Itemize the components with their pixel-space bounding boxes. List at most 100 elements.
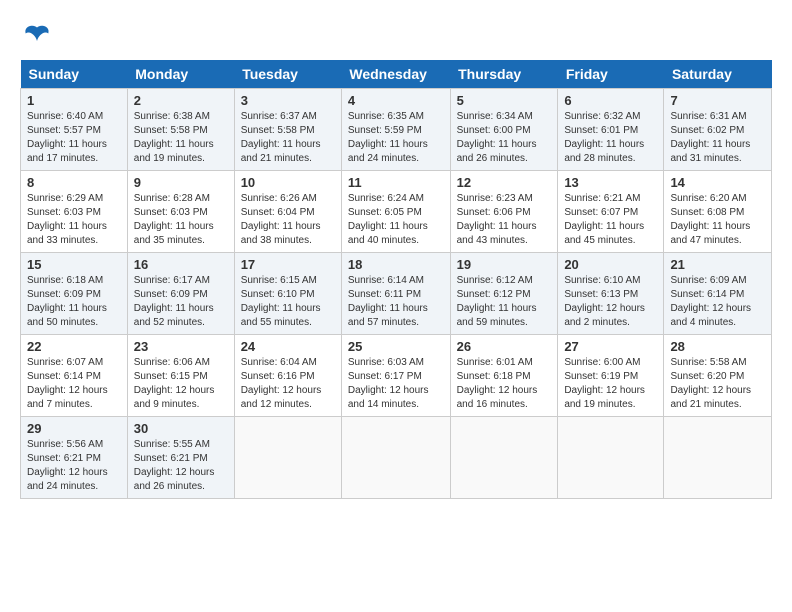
day-number: 17 bbox=[241, 257, 335, 272]
day-info: Sunrise: 6:04 AM Sunset: 6:16 PM Dayligh… bbox=[241, 356, 335, 412]
day-info: Sunrise: 6:03 AM Sunset: 6:17 PM Dayligh… bbox=[348, 356, 444, 412]
day-info: Sunrise: 6:07 AM Sunset: 6:14 PM Dayligh… bbox=[27, 356, 121, 412]
day-number: 19 bbox=[457, 257, 552, 272]
calendar-cell: 24 Sunrise: 6:04 AM Sunset: 6:16 PM Dayli… bbox=[234, 335, 341, 417]
calendar-cell: 2 Sunrise: 6:38 AM Sunset: 5:58 PM Daylig… bbox=[127, 89, 234, 171]
day-number: 14 bbox=[670, 175, 765, 190]
day-info: Sunrise: 6:32 AM Sunset: 6:01 PM Dayligh… bbox=[564, 110, 657, 166]
calendar-cell bbox=[558, 417, 664, 499]
day-number: 7 bbox=[670, 93, 765, 108]
calendar-cell: 5 Sunrise: 6:34 AM Sunset: 6:00 PM Daylig… bbox=[450, 89, 558, 171]
day-number: 28 bbox=[670, 339, 765, 354]
day-number: 29 bbox=[27, 421, 121, 436]
calendar-cell: 27 Sunrise: 6:00 AM Sunset: 6:19 PM Dayli… bbox=[558, 335, 664, 417]
day-info: Sunrise: 6:37 AM Sunset: 5:58 PM Dayligh… bbox=[241, 110, 335, 166]
calendar-cell: 14 Sunrise: 6:20 AM Sunset: 6:08 PM Dayli… bbox=[664, 171, 772, 253]
calendar-week-1: 1Sunrise: 6:40 AM Sunset: 5:57 PM Daylig… bbox=[21, 89, 772, 171]
day-number: 18 bbox=[348, 257, 444, 272]
day-number: 21 bbox=[670, 257, 765, 272]
calendar-cell: 17 Sunrise: 6:15 AM Sunset: 6:10 PM Dayli… bbox=[234, 253, 341, 335]
calendar-cell: 30Sunrise: 5:55 AM Sunset: 6:21 PM Dayli… bbox=[127, 417, 234, 499]
day-header-monday: Monday bbox=[127, 60, 234, 89]
day-info: Sunrise: 6:10 AM Sunset: 6:13 PM Dayligh… bbox=[564, 274, 657, 330]
day-info: Sunrise: 6:29 AM Sunset: 6:03 PM Dayligh… bbox=[27, 192, 121, 248]
calendar-cell: 8 Sunrise: 6:29 AM Sunset: 6:03 PM Daylig… bbox=[21, 171, 128, 253]
calendar-cell: 26 Sunrise: 6:01 AM Sunset: 6:18 PM Dayli… bbox=[450, 335, 558, 417]
calendar-cell bbox=[234, 417, 341, 499]
day-info: Sunrise: 6:20 AM Sunset: 6:08 PM Dayligh… bbox=[670, 192, 765, 248]
day-number: 15 bbox=[27, 257, 121, 272]
day-info: Sunrise: 6:18 AM Sunset: 6:09 PM Dayligh… bbox=[27, 274, 121, 330]
day-number: 6 bbox=[564, 93, 657, 108]
calendar-cell: 6 Sunrise: 6:32 AM Sunset: 6:01 PM Daylig… bbox=[558, 89, 664, 171]
day-info: Sunrise: 6:17 AM Sunset: 6:09 PM Dayligh… bbox=[134, 274, 228, 330]
calendar-week-3: 15 Sunrise: 6:18 AM Sunset: 6:09 PM Dayli… bbox=[21, 253, 772, 335]
day-info: Sunrise: 6:38 AM Sunset: 5:58 PM Dayligh… bbox=[134, 110, 228, 166]
day-header-wednesday: Wednesday bbox=[341, 60, 450, 89]
calendar-cell: 4Sunrise: 6:35 AM Sunset: 5:59 PM Daylig… bbox=[341, 89, 450, 171]
calendar-cell: 10Sunrise: 6:26 AM Sunset: 6:04 PM Dayli… bbox=[234, 171, 341, 253]
day-number: 12 bbox=[457, 175, 552, 190]
day-info: Sunrise: 6:35 AM Sunset: 5:59 PM Dayligh… bbox=[348, 110, 444, 166]
day-number: 10 bbox=[241, 175, 335, 190]
calendar-cell: 13 Sunrise: 6:21 AM Sunset: 6:07 PM Dayli… bbox=[558, 171, 664, 253]
day-info: Sunrise: 5:56 AM Sunset: 6:21 PM Dayligh… bbox=[27, 438, 121, 494]
calendar-cell: 15 Sunrise: 6:18 AM Sunset: 6:09 PM Dayli… bbox=[21, 253, 128, 335]
day-number: 23 bbox=[134, 339, 228, 354]
calendar-cell: 3Sunrise: 6:37 AM Sunset: 5:58 PM Daylig… bbox=[234, 89, 341, 171]
day-info: Sunrise: 6:28 AM Sunset: 6:03 PM Dayligh… bbox=[134, 192, 228, 248]
day-info: Sunrise: 6:40 AM Sunset: 5:57 PM Dayligh… bbox=[27, 110, 121, 166]
day-info: Sunrise: 6:24 AM Sunset: 6:05 PM Dayligh… bbox=[348, 192, 444, 248]
day-header-sunday: Sunday bbox=[21, 60, 128, 89]
calendar-cell bbox=[664, 417, 772, 499]
calendar-cell: 28 Sunrise: 5:58 AM Sunset: 6:20 PM Dayli… bbox=[664, 335, 772, 417]
day-number: 24 bbox=[241, 339, 335, 354]
calendar-cell: 7 Sunrise: 6:31 AM Sunset: 6:02 PM Daylig… bbox=[664, 89, 772, 171]
day-info: Sunrise: 6:00 AM Sunset: 6:19 PM Dayligh… bbox=[564, 356, 657, 412]
day-number: 20 bbox=[564, 257, 657, 272]
calendar-table: SundayMondayTuesdayWednesdayThursdayFrid… bbox=[20, 60, 772, 499]
calendar-cell: 12 Sunrise: 6:23 AM Sunset: 6:06 PM Dayli… bbox=[450, 171, 558, 253]
day-number: 27 bbox=[564, 339, 657, 354]
day-number: 5 bbox=[457, 93, 552, 108]
day-header-friday: Friday bbox=[558, 60, 664, 89]
calendar-cell: 19 Sunrise: 6:12 AM Sunset: 6:12 PM Dayli… bbox=[450, 253, 558, 335]
day-info: Sunrise: 6:09 AM Sunset: 6:14 PM Dayligh… bbox=[670, 274, 765, 330]
page-header bbox=[20, 20, 772, 50]
day-info: Sunrise: 6:06 AM Sunset: 6:15 PM Dayligh… bbox=[134, 356, 228, 412]
calendar-cell: 20 Sunrise: 6:10 AM Sunset: 6:13 PM Dayli… bbox=[558, 253, 664, 335]
day-info: Sunrise: 6:12 AM Sunset: 6:12 PM Dayligh… bbox=[457, 274, 552, 330]
day-info: Sunrise: 6:34 AM Sunset: 6:00 PM Dayligh… bbox=[457, 110, 552, 166]
calendar-cell: 25 Sunrise: 6:03 AM Sunset: 6:17 PM Dayli… bbox=[341, 335, 450, 417]
calendar-cell: 21 Sunrise: 6:09 AM Sunset: 6:14 PM Dayli… bbox=[664, 253, 772, 335]
logo-bird-icon bbox=[22, 20, 52, 50]
day-number: 26 bbox=[457, 339, 552, 354]
day-info: Sunrise: 5:58 AM Sunset: 6:20 PM Dayligh… bbox=[670, 356, 765, 412]
day-number: 16 bbox=[134, 257, 228, 272]
day-number: 8 bbox=[27, 175, 121, 190]
calendar-cell: 16 Sunrise: 6:17 AM Sunset: 6:09 PM Dayli… bbox=[127, 253, 234, 335]
day-number: 2 bbox=[134, 93, 228, 108]
calendar-cell: 1Sunrise: 6:40 AM Sunset: 5:57 PM Daylig… bbox=[21, 89, 128, 171]
calendar-week-5: 29 Sunrise: 5:56 AM Sunset: 6:21 PM Dayli… bbox=[21, 417, 772, 499]
day-number: 25 bbox=[348, 339, 444, 354]
day-info: Sunrise: 6:14 AM Sunset: 6:11 PM Dayligh… bbox=[348, 274, 444, 330]
day-info: Sunrise: 6:21 AM Sunset: 6:07 PM Dayligh… bbox=[564, 192, 657, 248]
day-header-thursday: Thursday bbox=[450, 60, 558, 89]
calendar-cell bbox=[341, 417, 450, 499]
calendar-header-row: SundayMondayTuesdayWednesdayThursdayFrid… bbox=[21, 60, 772, 89]
day-info: Sunrise: 6:23 AM Sunset: 6:06 PM Dayligh… bbox=[457, 192, 552, 248]
day-number: 13 bbox=[564, 175, 657, 190]
calendar-cell: 29 Sunrise: 5:56 AM Sunset: 6:21 PM Dayli… bbox=[21, 417, 128, 499]
day-info: Sunrise: 6:01 AM Sunset: 6:18 PM Dayligh… bbox=[457, 356, 552, 412]
day-number: 11 bbox=[348, 175, 444, 190]
calendar-cell: 23 Sunrise: 6:06 AM Sunset: 6:15 PM Dayli… bbox=[127, 335, 234, 417]
day-info: Sunrise: 6:15 AM Sunset: 6:10 PM Dayligh… bbox=[241, 274, 335, 330]
calendar-cell: 9Sunrise: 6:28 AM Sunset: 6:03 PM Daylig… bbox=[127, 171, 234, 253]
logo bbox=[20, 20, 52, 50]
day-info: Sunrise: 6:31 AM Sunset: 6:02 PM Dayligh… bbox=[670, 110, 765, 166]
day-header-tuesday: Tuesday bbox=[234, 60, 341, 89]
day-info: Sunrise: 5:55 AM Sunset: 6:21 PM Dayligh… bbox=[134, 438, 228, 494]
calendar-cell: 11 Sunrise: 6:24 AM Sunset: 6:05 PM Dayli… bbox=[341, 171, 450, 253]
calendar-week-2: 8 Sunrise: 6:29 AM Sunset: 6:03 PM Daylig… bbox=[21, 171, 772, 253]
